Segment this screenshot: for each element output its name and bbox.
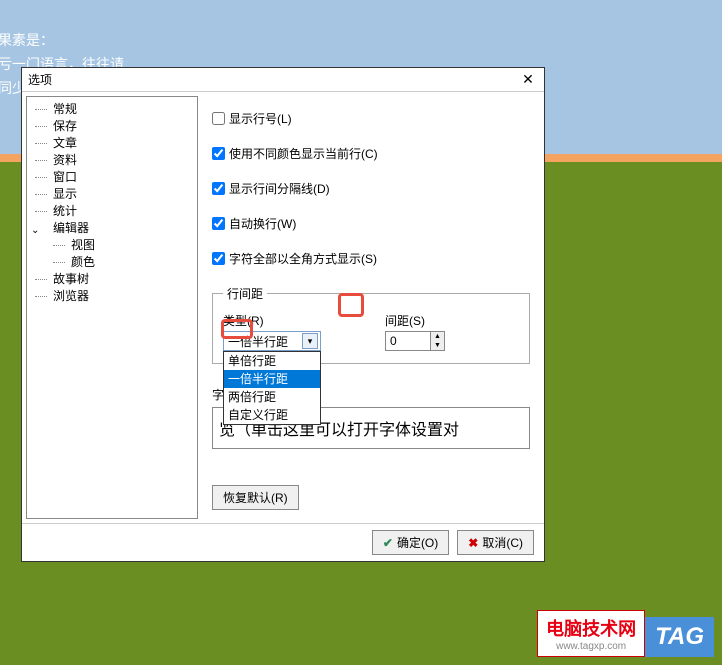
row-fullwidth: 字符全部以全角方式显示(S) — [212, 250, 530, 267]
tree-item-material[interactable]: 资料 — [27, 152, 197, 169]
interval-label: 间距(S) — [385, 312, 445, 329]
option-double[interactable]: 两倍行距 — [224, 388, 320, 406]
bg-text-1: 果素是： — [0, 30, 54, 50]
tree-item-storytree[interactable]: 故事树 — [27, 271, 197, 288]
tree-item-save[interactable]: 保存 — [27, 118, 197, 135]
options-dialog: 选项 ✕ 常规 保存 文章 资料 窗口 显示 统计 ⌄ 编辑器 视图 颜色 故事… — [21, 67, 545, 562]
label-separator: 显示行间分隔线(D) — [229, 180, 330, 197]
tree-item-article[interactable]: 文章 — [27, 135, 197, 152]
interval-column: 间距(S) ▲ ▼ — [385, 312, 445, 351]
option-single[interactable]: 单倍行距 — [224, 352, 320, 370]
label-show-line-number: 显示行号(L) — [229, 110, 292, 127]
label-fullwidth: 字符全部以全角方式显示(S) — [229, 250, 377, 267]
cancel-label: 取消(C) — [482, 534, 523, 551]
checkbox-autowrap[interactable] — [212, 217, 225, 230]
interval-spinner[interactable]: ▲ ▼ — [385, 331, 445, 351]
watermark-text: 电脑技术网 www.tagxp.com — [537, 610, 645, 657]
tree-item-editor[interactable]: ⌄ 编辑器 — [27, 220, 197, 237]
cancel-button[interactable]: ✖ 取消(C) — [457, 530, 534, 555]
tree-item-stats[interactable]: 统计 — [27, 203, 197, 220]
checkbox-separator[interactable] — [212, 182, 225, 195]
tree-item-label: 编辑器 — [53, 221, 89, 235]
checkbox-diff-color[interactable] — [212, 147, 225, 160]
watermark-url: www.tagxp.com — [546, 641, 636, 652]
checkbox-show-line-number[interactable] — [212, 112, 225, 125]
watermark-tag: TAG — [645, 617, 714, 657]
close-button[interactable]: ✕ — [518, 71, 538, 89]
tree-item-browser[interactable]: 浏览器 — [27, 288, 197, 305]
chevron-down-icon[interactable]: ▾ — [302, 333, 318, 349]
spinner-up-icon[interactable]: ▲ — [431, 332, 444, 341]
spinner-down-icon[interactable]: ▼ — [431, 341, 444, 350]
ok-label: 确定(O) — [397, 534, 438, 551]
close-icon: ✕ — [522, 71, 534, 88]
dialog-titlebar: 选项 ✕ — [22, 68, 544, 92]
dialog-title: 选项 — [28, 71, 52, 88]
restore-defaults-button[interactable]: 恢复默认(R) — [212, 485, 299, 510]
tree-item-general[interactable]: 常规 — [27, 101, 197, 118]
category-tree[interactable]: 常规 保存 文章 资料 窗口 显示 统计 ⌄ 编辑器 视图 颜色 故事树 浏览器 — [26, 96, 198, 519]
line-spacing-group: 行间距 类型(R) 一倍半行距 ▾ 单倍行距 一倍半行距 两 — [212, 285, 530, 364]
check-icon: ✔ — [383, 536, 393, 550]
tree-item-view[interactable]: 视图 — [27, 237, 197, 254]
row-show-line-number: 显示行号(L) — [212, 110, 530, 127]
row-autowrap: 自动换行(W) — [212, 215, 530, 232]
watermark: 电脑技术网 www.tagxp.com TAG — [537, 610, 714, 657]
row-separator: 显示行间分隔线(D) — [212, 180, 530, 197]
type-column: 类型(R) 一倍半行距 ▾ 单倍行距 一倍半行距 两倍行距 自定义行距 — [223, 312, 321, 351]
type-dropdown: 单倍行距 一倍半行距 两倍行距 自定义行距 — [223, 351, 321, 425]
option-custom[interactable]: 自定义行距 — [224, 406, 320, 424]
fieldset-legend: 行间距 — [223, 285, 267, 302]
label-autowrap: 自动换行(W) — [229, 215, 296, 232]
settings-panel: 显示行号(L) 使用不同颜色显示当前行(C) 显示行间分隔线(D) 自动换行(W… — [198, 92, 544, 523]
type-combobox[interactable]: 一倍半行距 ▾ — [223, 331, 321, 351]
option-onehalf[interactable]: 一倍半行距 — [224, 370, 320, 388]
watermark-title: 电脑技术网 — [546, 619, 636, 639]
checkbox-fullwidth[interactable] — [212, 252, 225, 265]
combo-value: 一倍半行距 — [228, 333, 288, 350]
row-diff-color: 使用不同颜色显示当前行(C) — [212, 145, 530, 162]
dialog-body: 常规 保存 文章 资料 窗口 显示 统计 ⌄ 编辑器 视图 颜色 故事树 浏览器… — [22, 92, 544, 523]
tree-item-window[interactable]: 窗口 — [27, 169, 197, 186]
cross-icon: ✖ — [468, 536, 478, 550]
ok-button[interactable]: ✔ 确定(O) — [372, 530, 449, 555]
tree-item-display[interactable]: 显示 — [27, 186, 197, 203]
tree-item-color[interactable]: 颜色 — [27, 254, 197, 271]
dialog-footer: ✔ 确定(O) ✖ 取消(C) — [22, 523, 544, 561]
type-label: 类型(R) — [223, 312, 321, 329]
label-diff-color: 使用不同颜色显示当前行(C) — [229, 145, 378, 162]
interval-input[interactable] — [386, 332, 430, 350]
